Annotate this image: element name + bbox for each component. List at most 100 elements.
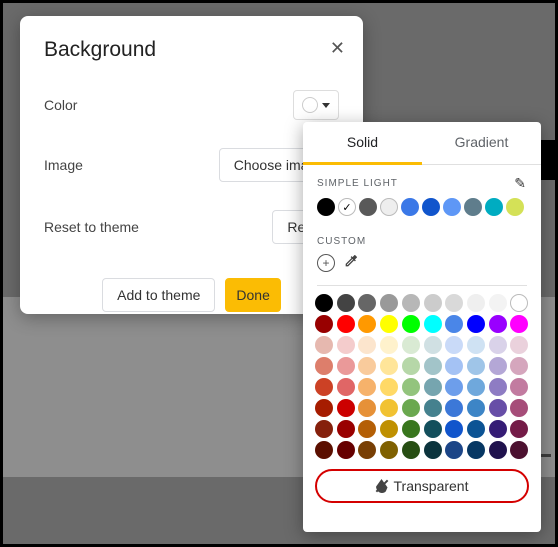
palette-color-swatch[interactable]	[337, 378, 355, 396]
palette-color-swatch[interactable]	[510, 357, 528, 375]
palette-color-swatch[interactable]	[380, 294, 398, 312]
theme-color-swatch[interactable]	[506, 198, 524, 216]
done-button[interactable]: Done	[225, 278, 280, 312]
palette-color-swatch[interactable]	[380, 420, 398, 438]
palette-color-swatch[interactable]	[315, 357, 333, 375]
palette-color-swatch[interactable]	[315, 441, 333, 459]
palette-color-swatch[interactable]	[467, 357, 485, 375]
palette-color-swatch[interactable]	[402, 441, 420, 459]
palette-color-swatch[interactable]	[424, 315, 442, 333]
close-icon[interactable]: ✕	[330, 38, 345, 59]
palette-color-swatch[interactable]	[380, 357, 398, 375]
transparent-button[interactable]: Transparent	[315, 469, 529, 503]
palette-color-swatch[interactable]	[380, 441, 398, 459]
palette-color-swatch[interactable]	[315, 315, 333, 333]
palette-color-swatch[interactable]	[510, 315, 528, 333]
theme-color-swatch[interactable]	[317, 198, 335, 216]
palette-color-swatch[interactable]	[467, 294, 485, 312]
palette-color-swatch[interactable]	[445, 399, 463, 417]
palette-color-swatch[interactable]	[467, 420, 485, 438]
palette-color-swatch[interactable]	[489, 441, 507, 459]
palette-color-swatch[interactable]	[489, 336, 507, 354]
palette-color-swatch[interactable]	[380, 336, 398, 354]
palette-color-swatch[interactable]	[424, 294, 442, 312]
palette-color-swatch[interactable]	[315, 399, 333, 417]
palette-color-swatch[interactable]	[510, 399, 528, 417]
palette-color-swatch[interactable]	[510, 420, 528, 438]
palette-color-swatch[interactable]	[510, 441, 528, 459]
palette-color-swatch[interactable]	[424, 399, 442, 417]
palette-color-swatch[interactable]	[424, 357, 442, 375]
palette-color-swatch[interactable]	[402, 315, 420, 333]
theme-color-swatch[interactable]	[485, 198, 503, 216]
theme-color-swatch[interactable]	[380, 198, 398, 216]
palette-color-swatch[interactable]	[424, 420, 442, 438]
palette-color-swatch[interactable]	[358, 315, 376, 333]
palette-color-swatch[interactable]	[315, 420, 333, 438]
palette-color-swatch[interactable]	[445, 378, 463, 396]
palette-color-swatch[interactable]	[489, 357, 507, 375]
theme-color-swatch[interactable]	[464, 198, 482, 216]
palette-color-swatch[interactable]	[358, 378, 376, 396]
palette-color-swatch[interactable]	[402, 420, 420, 438]
color-dropdown-button[interactable]	[293, 90, 339, 120]
palette-color-swatch[interactable]	[467, 441, 485, 459]
palette-color-swatch[interactable]	[467, 315, 485, 333]
palette-color-swatch[interactable]	[337, 399, 355, 417]
palette-color-swatch[interactable]	[380, 399, 398, 417]
palette-color-swatch[interactable]	[358, 420, 376, 438]
palette-color-swatch[interactable]	[337, 336, 355, 354]
palette-color-swatch[interactable]	[358, 336, 376, 354]
palette-color-swatch[interactable]	[358, 399, 376, 417]
palette-color-swatch[interactable]	[337, 315, 355, 333]
palette-color-swatch[interactable]	[510, 336, 528, 354]
palette-color-swatch[interactable]	[380, 378, 398, 396]
palette-color-swatch[interactable]	[402, 336, 420, 354]
palette-color-swatch[interactable]	[337, 441, 355, 459]
theme-color-swatch[interactable]	[359, 198, 377, 216]
palette-color-swatch[interactable]	[424, 441, 442, 459]
edit-theme-icon[interactable]: ✎	[514, 175, 527, 192]
palette-color-swatch[interactable]	[358, 294, 376, 312]
palette-color-swatch[interactable]	[445, 294, 463, 312]
palette-color-swatch[interactable]	[380, 315, 398, 333]
add-to-theme-button[interactable]: Add to theme	[102, 278, 215, 312]
palette-color-swatch[interactable]	[445, 315, 463, 333]
palette-color-swatch[interactable]	[402, 399, 420, 417]
palette-color-swatch[interactable]	[358, 357, 376, 375]
palette-color-swatch[interactable]	[315, 336, 333, 354]
palette-color-swatch[interactable]	[467, 336, 485, 354]
palette-color-swatch[interactable]	[467, 399, 485, 417]
palette-color-swatch[interactable]	[445, 336, 463, 354]
palette-color-swatch[interactable]	[510, 294, 528, 312]
palette-color-swatch[interactable]	[402, 357, 420, 375]
palette-color-swatch[interactable]	[424, 336, 442, 354]
palette-color-swatch[interactable]	[489, 294, 507, 312]
palette-color-swatch[interactable]	[445, 357, 463, 375]
theme-color-swatch[interactable]	[401, 198, 419, 216]
palette-color-swatch[interactable]	[489, 420, 507, 438]
theme-color-swatch[interactable]	[443, 198, 461, 216]
theme-color-swatch[interactable]	[338, 198, 356, 216]
add-custom-color-button[interactable]: +	[317, 254, 335, 272]
palette-color-swatch[interactable]	[337, 294, 355, 312]
palette-color-swatch[interactable]	[402, 378, 420, 396]
palette-color-swatch[interactable]	[424, 378, 442, 396]
tab-gradient[interactable]: Gradient	[422, 122, 541, 165]
tab-solid[interactable]: Solid	[303, 122, 422, 165]
palette-color-swatch[interactable]	[510, 378, 528, 396]
palette-color-swatch[interactable]	[358, 441, 376, 459]
theme-color-swatch[interactable]	[422, 198, 440, 216]
palette-color-swatch[interactable]	[489, 399, 507, 417]
palette-color-swatch[interactable]	[315, 378, 333, 396]
palette-color-swatch[interactable]	[337, 357, 355, 375]
palette-color-swatch[interactable]	[445, 420, 463, 438]
palette-color-swatch[interactable]	[337, 420, 355, 438]
eyedropper-icon[interactable]	[343, 253, 359, 273]
palette-color-swatch[interactable]	[489, 378, 507, 396]
palette-color-swatch[interactable]	[489, 315, 507, 333]
palette-color-swatch[interactable]	[402, 294, 420, 312]
palette-color-swatch[interactable]	[315, 294, 333, 312]
palette-color-swatch[interactable]	[445, 441, 463, 459]
palette-color-swatch[interactable]	[467, 378, 485, 396]
